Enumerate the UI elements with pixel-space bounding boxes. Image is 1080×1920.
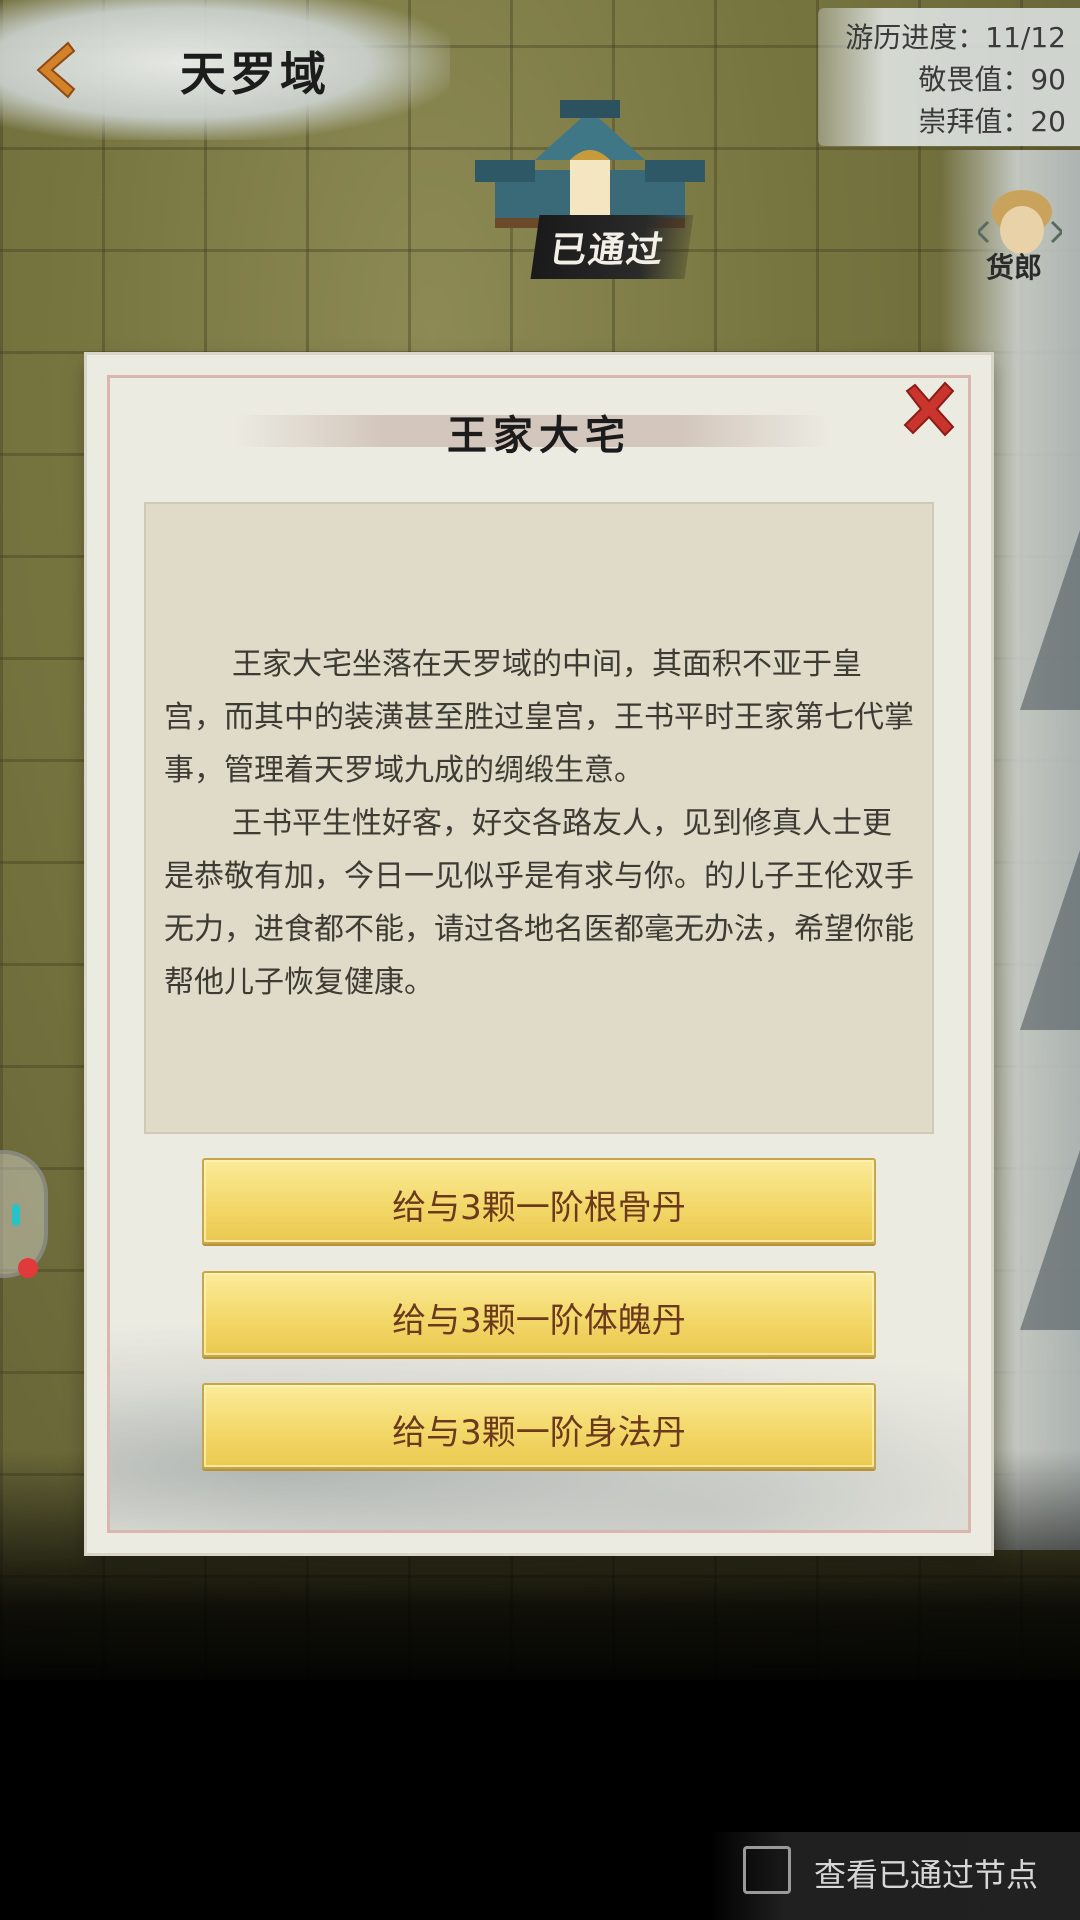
story-paragraph-2: 王书平生性好客，好交各路友人，见到修真人士更是恭敬有加，今日一见似乎是有求与你。… (164, 806, 914, 1000)
event-dialog: 王家大宅 王家大宅坐落在天罗域的中间，其面积不亚于皇宫，而其中的装潢甚至胜过皇宫… (87, 355, 991, 1553)
dialog-title: 王家大宅 (447, 412, 631, 459)
close-button[interactable] (901, 381, 957, 437)
back-arrow-icon (36, 41, 76, 99)
notification-dot (18, 1258, 38, 1278)
game-screen: 天罗域 游历进度：11/12 敬畏值：90 崇拜值：20 已通过 货郎 王家大宅… (0, 0, 1080, 1920)
show-passed-nodes-checkbox[interactable] (743, 1846, 791, 1894)
merchant-button[interactable]: 货郎 (975, 182, 1065, 292)
travel-progress-stat: 游历进度：11/12 (845, 21, 1066, 54)
choice-label: 给与3颗一阶体魄丹 (392, 1301, 686, 1341)
node-passed-badge: 已通过 (530, 215, 694, 279)
choice-label: 给与3颗一阶身法丹 (392, 1413, 686, 1453)
choice-button-gengu-pill[interactable]: 给与3颗一阶根骨丹 (202, 1158, 876, 1244)
region-title: 天罗域 (180, 47, 330, 101)
side-indicator-mark (12, 1204, 20, 1226)
merchant-label: 货郎 (986, 251, 1043, 284)
back-button[interactable] (20, 35, 90, 105)
choice-button-shenfa-pill[interactable]: 给与3颗一阶身法丹 (202, 1383, 876, 1469)
close-x-icon (903, 381, 955, 437)
reverence-stat: 敬畏值：90 (918, 63, 1066, 96)
show-passed-nodes-label[interactable]: 查看已通过节点 (814, 1850, 1038, 1896)
worship-stat: 崇拜值：20 (918, 105, 1066, 138)
story-text-panel: 王家大宅坐落在天罗域的中间，其面积不亚于皇宫，而其中的装潢甚至胜过皇宫，王书平时… (144, 502, 934, 1134)
story-paragraph-1: 王家大宅坐落在天罗域的中间，其面积不亚于皇宫，而其中的装潢甚至胜过皇宫，王书平时… (164, 647, 914, 788)
choice-label: 给与3颗一阶根骨丹 (392, 1188, 686, 1228)
choice-button-tipo-pill[interactable]: 给与3颗一阶体魄丹 (202, 1271, 876, 1357)
